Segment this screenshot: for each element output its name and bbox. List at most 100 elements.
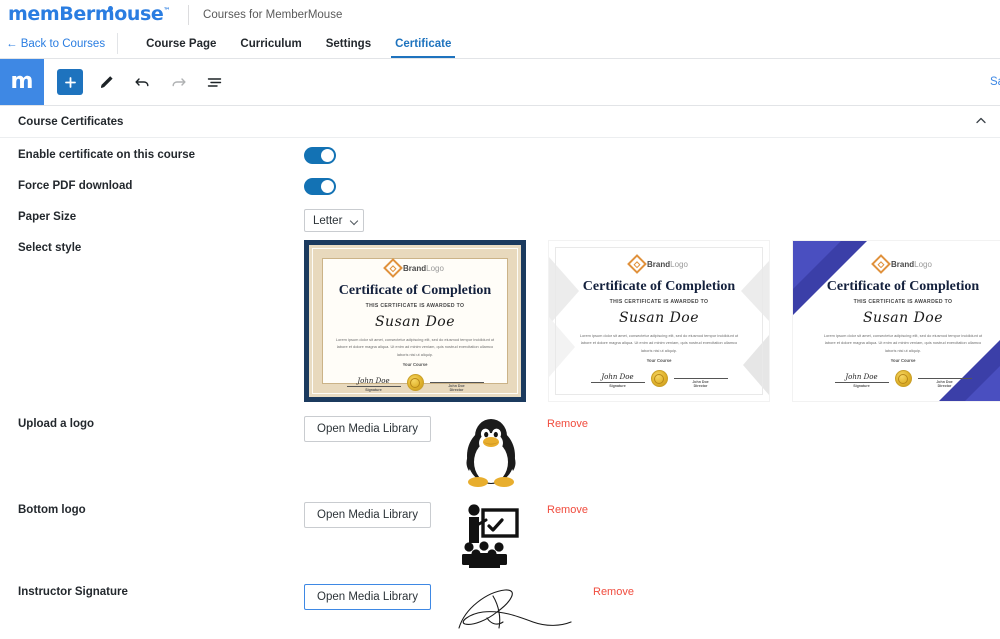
cert-subtitle: THIS CERTIFICATE IS AWARDED TO [853,299,953,305]
cert-signature-row: John Doe Signature John Doe Director [335,374,495,392]
brand-logo-mark: BrandLogo [383,258,444,278]
undo-icon [135,77,148,86]
cert-director-label: Director [449,388,464,393]
certificate-content: BrandLogo Certificate of Completion THIS… [309,245,521,397]
cert-signature-row: John Doe Signature John Doe Director [819,370,987,388]
tab-settings[interactable]: Settings [314,29,383,58]
cert-seal-icon [894,370,912,388]
brand-logo-mark: BrandLogo [871,254,932,274]
back-to-courses-link[interactable]: ← Back to Courses [0,29,117,58]
certificate-style-ornate-gold[interactable]: BrandLogo Certificate of Completion THIS… [304,240,526,402]
certificate-preview-ornate: BrandLogo Certificate of Completion THIS… [309,245,521,397]
label-upload-logo: Upload a logo [18,418,95,430]
cert-subtitle: THIS CERTIFICATE IS AWARDED TO [609,299,709,305]
cert-recipient: Susan Doe [862,310,944,326]
chevron-up-icon[interactable] [976,117,986,126]
bottom-logo-media-library-button[interactable]: Open Media Library [304,502,431,528]
diamond-logo-icon [871,254,891,274]
cert-logo-brand: Brand [891,259,915,269]
cert-logo-brand: Brand [403,263,427,273]
certificate-content: BrandLogo Certificate of Completion THIS… [793,241,1000,401]
membermouse-editor-logo-button[interactable]: m [0,59,44,105]
certificate-preview-blue-corners: BrandLogo Certificate of Completion THIS… [793,241,1000,401]
cert-director-line: John Doe Director [917,378,972,389]
cert-director-line: John Doe Director [673,378,728,388]
bottom-logo-remove-link[interactable]: Remove [547,502,588,516]
label-instructor-signature: Instructor Signature [18,586,128,598]
row-bottom-logo: Bottom logo Open Media Library Remove [18,488,982,570]
cert-recipient: Susan Doe [618,310,700,326]
paper-size-select-wrapper: Letter [304,209,364,232]
panel-title: Course Certificates [18,115,124,128]
cert-body-text: Lorem ipsum dolor sit amet, consectetur … [335,337,495,357]
cert-title: Certificate of Completion [582,279,736,294]
upload-logo-preview [453,416,529,488]
edit-tool-button[interactable] [93,69,119,95]
membermouse-logo-text: memBermouse [8,3,164,25]
editor-toolbar: m S [0,59,1000,106]
cert-title: Certificate of Completion [338,283,492,298]
brand-bar: memBermouse™ Courses for MemberMouse [0,0,1000,29]
row-enable-certificate: Enable certificate on this course [18,138,982,169]
field-upload-logo: Open Media Library Remove [304,416,982,488]
trademark-symbol: ™ [163,6,171,15]
cert-signature-left: John Doe Signature [346,377,401,393]
tab-course-page[interactable]: Course Page [134,29,228,58]
cert-seal-icon [406,374,424,392]
field-instructor-signature: Open Media Library Remove [304,584,982,636]
instructor-signature-preview [453,584,575,636]
field-force-pdf [304,178,982,195]
diamond-logo-icon [627,254,647,274]
tab-curriculum[interactable]: Curriculum [228,29,313,58]
cert-director-line: John Doe Director [429,382,484,393]
label-bottom-logo: Bottom logo [18,504,86,516]
cert-logo-brand: Brand [647,259,671,269]
enable-certificate-toggle[interactable] [304,147,336,164]
cert-signature-left: John Doe Signature [590,374,645,389]
upload-logo-media-library-button[interactable]: Open Media Library [304,416,431,442]
add-block-button[interactable] [57,69,83,95]
cert-signature-line: Signature [834,382,889,388]
editor-logo-letter: m [10,69,34,94]
save-button[interactable]: Save [990,76,1000,88]
diamond-logo-icon [383,258,403,278]
brand-logo-mark: BrandLogo [627,254,688,274]
course-nav-bar: ← Back to Courses Course Page Curriculum… [0,29,1000,59]
cert-signature-label: Signature [365,388,382,393]
cert-signature-right: John Doe Director [917,378,972,389]
cert-director-label: Director [937,384,952,389]
instructor-signature-media-library-button[interactable]: Open Media Library [304,584,431,610]
document-outline-button[interactable] [201,69,227,95]
toggle-knob [321,180,334,193]
cert-signature-line: Signature [590,382,645,389]
list-view-icon [207,77,221,87]
tab-certificate[interactable]: Certificate [383,29,463,58]
redo-button[interactable] [165,69,191,95]
undo-button[interactable] [129,69,155,95]
upload-logo-remove-link[interactable]: Remove [547,416,588,430]
toggle-knob [321,149,334,162]
classroom-teaching-icon [462,504,519,568]
row-select-style: Select style BrandLogo Certificate of Co… [18,232,1000,402]
cert-signature-label: Signature [609,384,626,389]
cert-signature-right: John Doe Director [673,378,728,388]
bottom-logo-preview [453,502,529,570]
certificate-preview-geometric: BrandLogo Certificate of Completion THIS… [549,241,769,401]
certificate-style-blue-corners[interactable]: BrandLogo Certificate of Completion THIS… [792,240,1000,402]
cert-signature-right: John Doe Director [429,382,484,393]
certificate-style-geometric-gray[interactable]: BrandLogo Certificate of Completion THIS… [548,240,770,402]
label-force-pdf: Force PDF download [18,180,133,192]
cert-recipient: Susan Doe [374,314,456,330]
settings-content: Enable certificate on this course Force … [0,138,1000,639]
paper-size-select[interactable]: Letter [304,209,364,232]
handwritten-signature-icon [458,589,572,629]
force-pdf-toggle[interactable] [304,178,336,195]
brand-divider [188,4,190,25]
instructor-signature-remove-link[interactable]: Remove [593,584,634,598]
membermouse-logo[interactable]: memBermouse™ [8,5,178,24]
certificate-content: BrandLogo Certificate of Completion THIS… [549,241,769,401]
cert-subtitle: THIS CERTIFICATE IS AWARDED TO [365,303,465,309]
cert-signature-mark: John Doe [357,377,390,386]
cert-signature-mark: John Doe [845,373,878,382]
label-enable-certificate: Enable certificate on this course [18,149,196,161]
